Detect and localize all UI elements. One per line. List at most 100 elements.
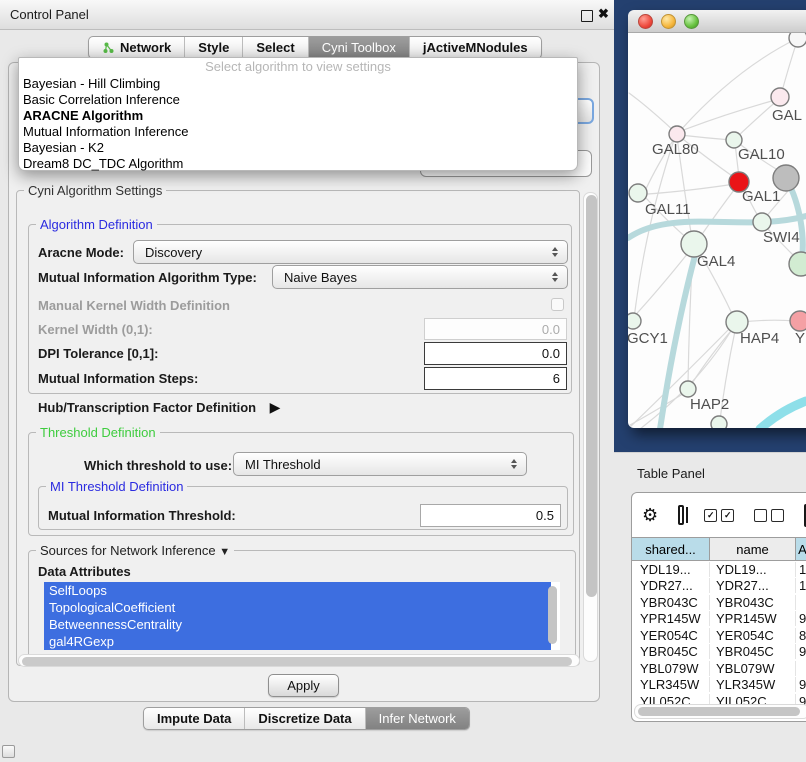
algorithm-option[interactable]: Dream8 DC_TDC Algorithm [19,156,577,172]
table-cell: 12 [796,578,806,593]
table-row[interactable]: YER054CYER054C8. [632,627,806,644]
table-row[interactable]: YLR345WYLR345W9. [632,677,806,694]
manual-kernel-label: Manual Kernel Width Definition [38,298,230,313]
algorithm-option[interactable]: Mutual Information Inference [19,124,577,140]
aracne-mode-label: Aracne Mode: [38,245,124,260]
apply-button[interactable]: Apply [268,674,339,697]
aracne-mode-combobox[interactable]: Discovery [133,240,568,264]
tab-discretize-data[interactable]: Discretize Data [245,708,365,729]
table-row[interactable]: YDR27...YDR27...12 [632,578,806,595]
table-row[interactable]: YBL079WYBL079W [632,660,806,677]
table-hscrollbar-track[interactable] [634,704,806,719]
network-node-y[interactable] [790,311,806,331]
table-row[interactable]: YDL19...YDL19...13 [632,561,806,578]
hub-definition-label: Hub/Transcription Factor Definition [38,400,256,415]
network-node[interactable] [789,252,806,276]
columns-icon[interactable] [678,505,684,525]
network-edge-highlight [760,401,806,428]
node-label: GAL80 [652,141,699,158]
mi-type-combobox[interactable]: Naive Bayes [272,265,568,289]
algorithm-option[interactable]: Basic Correlation Inference [19,92,577,108]
settings-scrollbar-thumb[interactable] [586,195,597,597]
node-label: GAL11 [645,201,691,218]
minimize-traffic-light-icon[interactable] [661,14,676,29]
tab-network[interactable]: Network [89,37,185,58]
hub-definition-toggle[interactable]: Hub/Transcription Factor Definition ▶ [38,399,280,417]
which-threshold-label: Which threshold to use: [84,458,232,473]
tab-label: Style [198,40,229,55]
kernel-width-field[interactable]: 0.0 [424,318,567,340]
table-cell: YBL079W [710,661,796,676]
zoom-traffic-light-icon[interactable] [684,14,699,29]
settings-hscrollbar-track[interactable] [18,654,580,667]
dpi-tolerance-field[interactable]: 0.0 [424,342,567,365]
bottom-tabs: Impute Data Discretize DataInfer Network [143,707,470,730]
attribute-item[interactable]: TopologicalCoefficient [44,599,551,616]
network-window: GALGAL80GAL10GAL1GAL11GAL4SWI4GCY1HAP4YH… [628,10,806,428]
table-cell: YBR043C [710,595,796,610]
network-node-gal11[interactable] [629,184,647,202]
network-edge [630,392,686,425]
algorithm-popup: Select algorithm to view settings Bayesi… [18,57,578,171]
mi-steps-field[interactable]: 6 [424,367,567,390]
network-node[interactable] [789,33,806,47]
tab-style[interactable]: Style [185,37,243,58]
attribute-item[interactable]: BetweennessCentrality [44,616,551,633]
table-window: ⚙ ✓✓ shared...nameA YDL19...YDL19...13YD… [631,492,806,722]
tab-impute-data[interactable]: Impute Data [144,708,245,729]
network-node-hap2[interactable] [680,381,696,397]
which-threshold-combobox[interactable]: MI Threshold [233,452,527,476]
mi-threshold-field[interactable]: 0.5 [420,504,561,527]
panel-grip[interactable] [2,745,15,758]
tab-infer-network[interactable]: Infer Network [366,708,469,729]
tab-label: Impute Data [157,711,231,726]
control-panel-tabs: Network Style SelectCyni ToolboxjActiveMNo… [88,36,542,59]
network-node-gal80[interactable] [669,126,685,142]
tab-jactivemnodules[interactable]: jActiveMNodules [410,37,541,58]
settings-scrollbar-track[interactable] [583,192,598,662]
column-header[interactable]: name [710,538,796,560]
sources-group-title[interactable]: Sources for Network Inference ▼ [36,543,234,558]
close-icon[interactable]: ✖ [598,6,609,22]
network-node-gal[interactable] [771,88,789,106]
threshold-group-title: Threshold Definition [36,425,160,440]
network-canvas[interactable]: GALGAL80GAL10GAL1GAL11GAL4SWI4GCY1HAP4YH… [628,33,806,428]
data-attributes-label: Data Attributes [38,564,131,579]
manual-kernel-checkbox[interactable] [551,298,564,311]
attribute-item[interactable]: SelfLoops [44,582,551,599]
dpi-tolerance-label: DPI Tolerance [0,1]: [38,346,158,361]
gear-icon[interactable]: ⚙ [642,506,658,524]
attribute-item[interactable]: gal4RGexp [44,633,551,650]
column-header[interactable]: A [796,538,806,560]
network-node[interactable] [711,416,727,428]
close-traffic-light-icon[interactable] [638,14,653,29]
algorithm-option[interactable]: Bayesian - K2 [19,140,577,156]
column-header[interactable]: shared... [632,538,710,560]
table-cell: 8. [796,628,806,643]
tab-cyni-toolbox[interactable]: Cyni Toolbox [309,37,410,58]
table-row[interactable]: YBR045CYBR045C9. [632,644,806,661]
network-edge [741,320,796,322]
checked-boxes-icon[interactable]: ✓✓ [704,509,734,522]
network-node-gcy1[interactable] [628,313,641,329]
collapse-arrow-icon[interactable]: ▼ [219,546,230,558]
table-cell: 9. [796,677,806,692]
attributes-scrollbar-thumb[interactable] [548,586,557,644]
algorithm-option[interactable]: ARACNE Algorithm [19,108,577,124]
cyni-settings-title: Cyni Algorithm Settings [24,183,166,198]
settings-hscrollbar-thumb[interactable] [22,657,572,666]
node-label: GAL1 [742,188,780,205]
unchecked-boxes-icon[interactable] [754,509,784,522]
network-window-titlebar[interactable] [628,10,806,33]
combo-arrows-icon [552,272,558,282]
table-hscrollbar-thumb[interactable] [638,707,800,716]
mi-steps-label: Mutual Information Steps: [38,371,198,386]
algorithm-option[interactable]: Bayesian - Hill Climbing [19,76,577,92]
tab-select[interactable]: Select [243,37,308,58]
table-row[interactable]: YPR145WYPR145W9. [632,611,806,628]
table-cell: YLR345W [632,677,710,692]
float-window-icon[interactable] [581,10,593,22]
table-row[interactable]: YBR043CYBR043C [632,594,806,611]
expand-arrow-icon[interactable]: ▶ [270,399,281,415]
screen: Control Panel ✖ NetworkStyleSelectCyni T… [0,0,806,762]
